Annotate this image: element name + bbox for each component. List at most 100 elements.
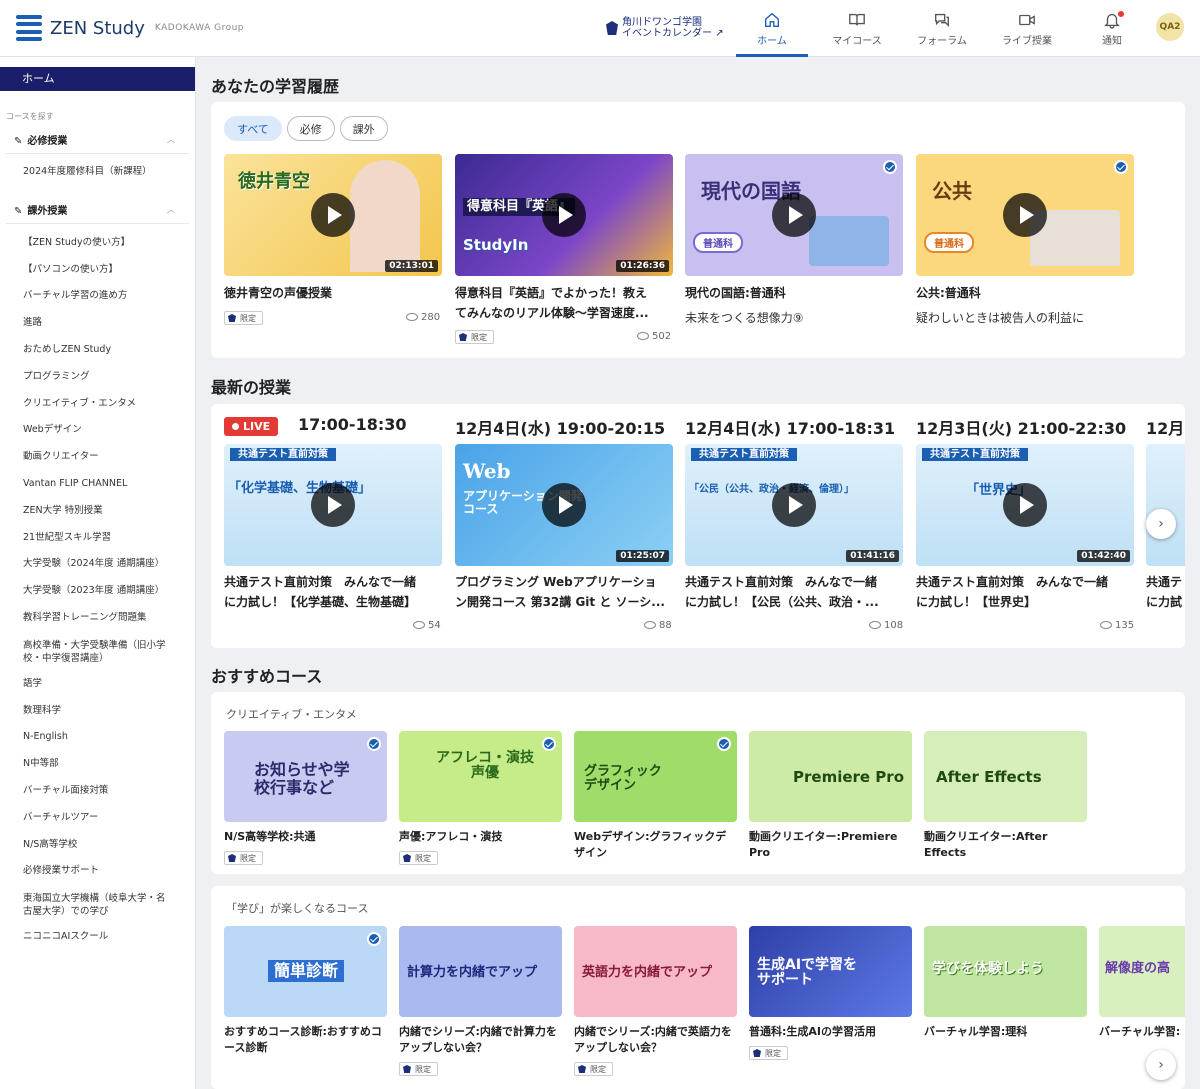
course-thumb[interactable]: 解像度の高 [1099, 926, 1185, 1017]
course-title[interactable]: バーチャル学習: [1099, 1024, 1185, 1040]
course-title[interactable]: 内緒でシリーズ:内緒で計算力を アップしない会？ [399, 1024, 562, 1056]
history-thumb[interactable]: 公共 普通科 [916, 154, 1134, 276]
sidebar-group-extra[interactable]: ✎ 課外授業 ︿ [6, 192, 189, 224]
sidebar-item[interactable]: Webデザイン [0, 417, 195, 444]
view-count: 88 [644, 620, 672, 631]
sidebar-group-required[interactable]: ✎ 必修授業 ︿ [6, 122, 189, 154]
book-icon [849, 13, 865, 26]
event-calendar-link[interactable]: 角川ドワンゴ学園 イベントカレンダー ↗ [606, 17, 724, 39]
course-title[interactable]: N/S高等学校:共通 [224, 829, 387, 845]
history-thumb[interactable]: 得意科目『英語』 StudyIn 01:26:36 [455, 154, 673, 276]
lesson-thumb[interactable]: 共通テスト直前対策 「公民（公共、政治・経済、倫理）」 01:41:16 [685, 444, 903, 566]
lesson-card-title[interactable]: 共通テスト直前対策 みんなで一緒 に力試し！【世界史】 [916, 572, 1134, 612]
sidebar-item[interactable]: Vantan FLIP CHANNEL [0, 471, 195, 498]
course-title[interactable]: バーチャル学習:理科 [924, 1024, 1087, 1040]
course-thumb[interactable]: Premiere Pro [749, 731, 912, 822]
lesson-thumb[interactable]: 共通テスト直前対策 「世界史」 01:42:40 [916, 444, 1134, 566]
zen-study-logo[interactable]: ZEN Study KADOKAWA Group [16, 15, 244, 41]
course-thumb[interactable]: お知らせや学校行事など [224, 731, 387, 822]
sidebar-item[interactable]: バーチャル学習の進め方 [0, 283, 195, 310]
nav-live[interactable]: ライブ授業 [991, 0, 1063, 57]
sidebar-item[interactable]: 【パソコンの使い方】 [0, 257, 195, 284]
history-card-title[interactable]: 現代の国語:普通科 [685, 283, 903, 303]
chevron-right-icon: › [1158, 1057, 1164, 1073]
course-thumb[interactable]: 英語力を内緒でアップ [574, 926, 737, 1017]
sidebar-item[interactable]: ZEN大学 特別授業 [0, 498, 195, 525]
sidebar-item[interactable]: N中等部 [0, 751, 195, 778]
course-title[interactable]: 動画クリエイター:After Effects [924, 829, 1087, 861]
lesson-card-title[interactable]: 共通テ に力試 [1146, 572, 1185, 612]
course-thumb[interactable]: 簡単診断 [224, 926, 387, 1017]
sidebar-item[interactable]: バーチャルツアー [0, 805, 195, 832]
sidebar-item[interactable]: 進路 [0, 310, 195, 337]
course-thumb[interactable]: 生成AIで学習をサポート [749, 926, 912, 1017]
title-line: アップしない会？ [399, 1041, 487, 1054]
history-card-title[interactable]: 得意科目『英語』でよかった！教え てみんなのリアル体験～学習速度... [455, 283, 673, 323]
history-card-title[interactable]: 徳井青空の声優授業 [224, 283, 442, 303]
course-title[interactable]: おすすめコース診断:おすすめコ ース診断 [224, 1024, 387, 1056]
sidebar-item[interactable]: おためしZEN Study [0, 337, 195, 364]
sidebar-item[interactable]: 【ZEN Studyの使い方】 [0, 230, 195, 257]
filter-required[interactable]: 必修 [286, 116, 335, 141]
course-thumb[interactable]: 計算力を内緒でアップ [399, 926, 562, 1017]
course-thumb[interactable]: After Effects [924, 731, 1087, 822]
nav-mycourse[interactable]: マイコース [821, 0, 893, 57]
sidebar-item[interactable]: 東海国立大学機構（岐阜大学・名 古屋大学）での学び [0, 885, 195, 924]
sidebar-item[interactable]: 大学受験（2024年度 通期講座） [0, 551, 195, 578]
play-icon[interactable] [542, 193, 586, 237]
sidebar-item[interactable]: 必修授業サポート [0, 858, 195, 885]
play-icon[interactable] [1003, 193, 1047, 237]
play-icon[interactable] [772, 193, 816, 237]
filter-all[interactable]: すべて [224, 116, 282, 141]
carousel-next-button[interactable]: › [1146, 509, 1176, 539]
sidebar-item[interactable]: クリエイティブ・エンタメ [0, 391, 195, 418]
sidebar-item[interactable]: 語学 [0, 671, 195, 698]
nav-notification[interactable]: 通知 [1076, 0, 1148, 57]
play-icon[interactable] [311, 483, 355, 527]
course-thumb[interactable]: 学びを体験しよう [924, 926, 1087, 1017]
carousel-next-button[interactable]: › [1146, 1050, 1176, 1080]
play-icon[interactable] [311, 193, 355, 237]
sidebar-item[interactable]: バーチャル面接対策 [0, 778, 195, 805]
play-icon[interactable] [772, 483, 816, 527]
lesson-time: 21:00-22:30 [1017, 419, 1127, 438]
lesson-thumb[interactable] [1146, 444, 1185, 566]
lesson-thumb[interactable]: 共通テスト直前対策 「化学基礎、生物基礎」 [224, 444, 442, 566]
sidebar-item[interactable]: 教科学習トレーニング問題集 [0, 605, 195, 632]
sidebar-item[interactable]: ニコニコAIスクール [0, 924, 195, 951]
course-title[interactable]: 内緒でシリーズ:内緒で英語力を アップしない会？ [574, 1024, 737, 1056]
course-thumb[interactable]: アフレコ・演技 声優 [399, 731, 562, 822]
history-card-title[interactable]: 公共:普通科 [916, 283, 1134, 303]
course-thumb[interactable]: グラフィックデザイン [574, 731, 737, 822]
lesson-thumb[interactable]: Web アプリケーション開発コース 01:25:07 [455, 444, 673, 566]
course-title[interactable]: 声優:アフレコ・演技 [399, 829, 562, 845]
play-icon[interactable] [542, 483, 586, 527]
nav-home[interactable]: ホーム [736, 0, 808, 57]
sidebar-item[interactable]: 高校準備・大学受験準備（旧小学 校・中学復習講座） [0, 632, 195, 671]
history-thumb[interactable]: 現代の国語 普通科 [685, 154, 903, 276]
nav-forum[interactable]: フォーラム [906, 0, 978, 57]
lesson-card-title[interactable]: 共通テスト直前対策 みんなで一緒 に力試し！【公民（公共、政治・... [685, 572, 903, 612]
sidebar-item[interactable]: 大学受験（2023年度 通期講座） [0, 578, 195, 605]
course-title[interactable]: 普通科:生成AIの学習活用 [749, 1024, 912, 1040]
sidebar-item[interactable]: プログラミング [0, 364, 195, 391]
course-title[interactable]: 動画クリエイター:Premiere Pro [749, 829, 912, 861]
sidebar-item[interactable]: 21世紀型スキル学習 [0, 525, 195, 552]
sidebar-item-home[interactable]: ホーム [0, 67, 195, 91]
history-panel: すべて 必修 課外 徳井青空 02:13:01 徳井青空の声優授業 限定 280… [211, 102, 1185, 358]
sidebar-item[interactable]: N-English [0, 724, 195, 751]
sidebar-item[interactable]: 数理科学 [0, 698, 195, 725]
play-icon[interactable] [1003, 483, 1047, 527]
sidebar-item[interactable]: 2024年度履修科目（新課程） [0, 159, 195, 186]
lesson-card-title[interactable]: プログラミング Webアプリケーショ ン開発コース 第32講 Git と ソーシ… [455, 572, 673, 612]
thumb-text: お知らせや学校行事など [254, 760, 350, 797]
nav-notification-label: 通知 [1102, 35, 1122, 47]
sidebar-item[interactable]: N/S高等学校 [0, 832, 195, 859]
course-title[interactable]: Webデザイン:グラフィックデ ザイン [574, 829, 737, 861]
user-avatar[interactable]: QA2 [1156, 13, 1184, 41]
history-thumb[interactable]: 徳井青空 02:13:01 [224, 154, 442, 276]
completed-check-icon [1114, 160, 1128, 174]
filter-extra[interactable]: 課外 [339, 116, 388, 141]
lesson-card-title[interactable]: 共通テスト直前対策 みんなで一緒 に力試し！【化学基礎、生物基礎】 [224, 572, 442, 612]
sidebar-item[interactable]: 動画クリエイター [0, 444, 195, 471]
